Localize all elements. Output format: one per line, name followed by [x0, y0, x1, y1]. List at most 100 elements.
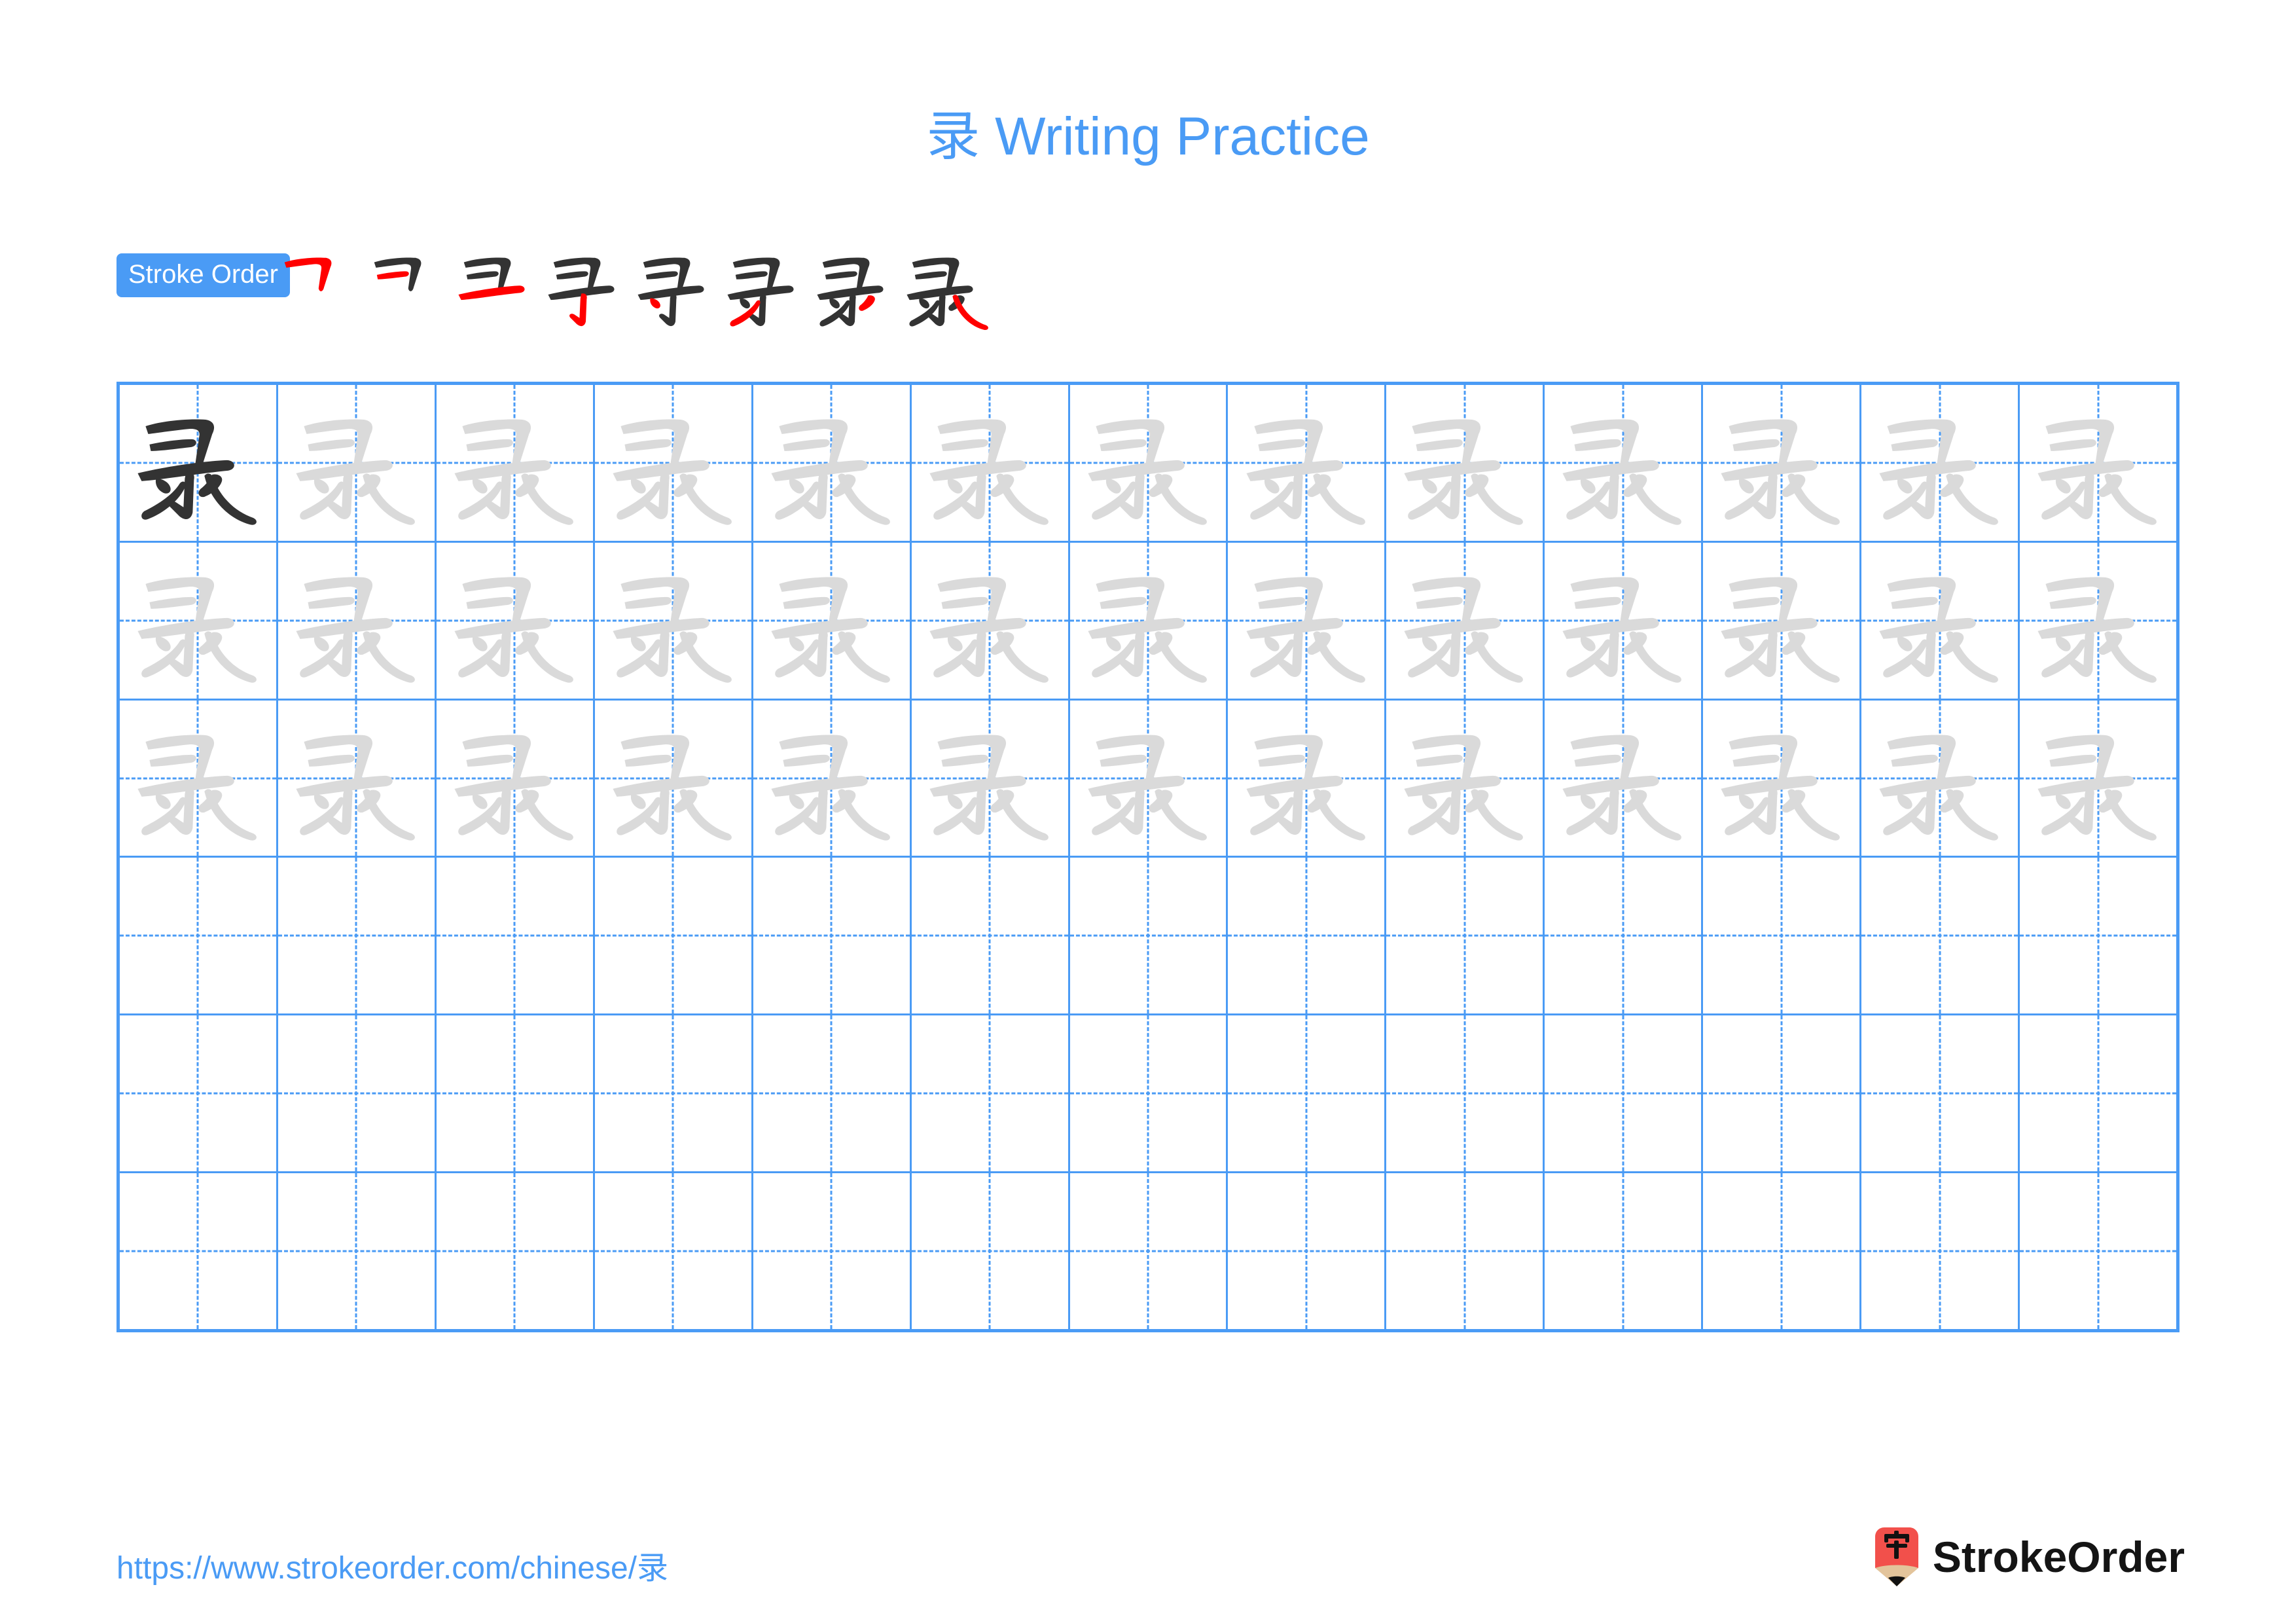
- cell-guide-vertical: [672, 1015, 674, 1172]
- practice-cell-trace[interactable]: [911, 542, 1070, 699]
- brand-logo: StrokeOrder: [1874, 1525, 2185, 1588]
- practice-cell-empty[interactable]: [1703, 858, 1862, 1014]
- cell-guide-horizontal: [436, 934, 593, 937]
- practice-cell-empty[interactable]: [594, 858, 753, 1014]
- cell-guide-vertical: [1463, 1015, 1466, 1172]
- practice-cell-trace[interactable]: [594, 542, 753, 699]
- practice-cell-empty[interactable]: [1861, 1015, 2020, 1172]
- practice-cell-trace[interactable]: [1545, 385, 1704, 541]
- practice-cell-empty[interactable]: [1861, 858, 2020, 1014]
- practice-cell-empty[interactable]: [1386, 1173, 1545, 1329]
- practice-cell-trace[interactable]: [753, 542, 912, 699]
- practice-cell-trace[interactable]: [1861, 542, 2020, 699]
- practice-cell-trace[interactable]: [2020, 700, 2176, 856]
- practice-cell-empty[interactable]: [911, 1173, 1070, 1329]
- practice-cell-empty[interactable]: [911, 1015, 1070, 1172]
- practice-cell-trace[interactable]: [753, 385, 912, 541]
- practice-cell-empty[interactable]: [753, 858, 912, 1014]
- practice-cell-trace[interactable]: [911, 700, 1070, 856]
- practice-cell-trace[interactable]: [1069, 542, 1229, 699]
- cell-guide-horizontal: [753, 934, 910, 937]
- practice-cell-empty[interactable]: [1069, 1015, 1229, 1172]
- trace-character-glyph: [1228, 543, 1384, 699]
- practice-cell-empty[interactable]: [1703, 1173, 1862, 1329]
- cell-guide-vertical: [1622, 858, 1624, 1014]
- practice-cell-trace[interactable]: [1228, 700, 1387, 856]
- practice-cell-trace[interactable]: [2020, 385, 2176, 541]
- cell-guide-vertical: [1305, 1015, 1308, 1172]
- practice-cell-trace[interactable]: [1386, 542, 1545, 699]
- practice-cell-empty[interactable]: [753, 1015, 912, 1172]
- practice-cell-empty[interactable]: [2020, 1015, 2176, 1172]
- practice-cell-empty[interactable]: [1545, 858, 1704, 1014]
- practice-cell-trace[interactable]: [1386, 700, 1545, 856]
- stroke-step-7-icon: [817, 257, 884, 327]
- practice-cell-empty[interactable]: [2020, 1173, 2176, 1329]
- practice-grid-row: [120, 1173, 2176, 1329]
- cell-guide-horizontal: [1386, 934, 1543, 937]
- practice-cell-trace[interactable]: [1703, 700, 1862, 856]
- practice-cell-trace[interactable]: [436, 542, 595, 699]
- practice-cell-empty[interactable]: [120, 858, 278, 1014]
- practice-cell-empty[interactable]: [2020, 858, 2176, 1014]
- practice-cell-trace[interactable]: [1228, 385, 1387, 541]
- practice-cell-trace[interactable]: [1228, 542, 1387, 699]
- trace-character-glyph: [2020, 543, 2176, 699]
- practice-cell-trace[interactable]: [1861, 700, 2020, 856]
- practice-cell-empty[interactable]: [436, 1173, 595, 1329]
- practice-cell-empty[interactable]: [1228, 1173, 1387, 1329]
- practice-cell-model[interactable]: [120, 385, 278, 541]
- practice-cell-empty[interactable]: [1069, 858, 1229, 1014]
- practice-cell-trace[interactable]: [120, 542, 278, 699]
- practice-cell-trace[interactable]: [120, 700, 278, 856]
- practice-cell-trace[interactable]: [1545, 700, 1704, 856]
- practice-cell-trace[interactable]: [1069, 385, 1229, 541]
- source-url-link[interactable]: https://www.strokeorder.com/chinese/录: [117, 1542, 668, 1588]
- practice-cell-empty[interactable]: [594, 1015, 753, 1172]
- practice-cell-empty[interactable]: [1386, 858, 1545, 1014]
- trace-character-glyph: [1386, 543, 1543, 699]
- practice-cell-trace[interactable]: [278, 542, 437, 699]
- practice-cell-empty[interactable]: [1545, 1173, 1704, 1329]
- practice-cell-trace[interactable]: [436, 700, 595, 856]
- practice-cell-empty[interactable]: [278, 1015, 437, 1172]
- practice-cell-empty[interactable]: [594, 1173, 753, 1329]
- practice-cell-trace[interactable]: [594, 700, 753, 856]
- practice-cell-empty[interactable]: [753, 1173, 912, 1329]
- stroke-step-6-icon: [727, 257, 794, 327]
- practice-cell-empty[interactable]: [120, 1015, 278, 1172]
- practice-cell-trace[interactable]: [911, 385, 1070, 541]
- practice-cell-empty[interactable]: [436, 858, 595, 1014]
- practice-cell-empty[interactable]: [911, 858, 1070, 1014]
- practice-cell-trace[interactable]: [436, 385, 595, 541]
- practice-cell-trace[interactable]: [1069, 700, 1229, 856]
- trace-character-glyph: [1070, 701, 1227, 856]
- practice-cell-trace[interactable]: [594, 385, 753, 541]
- practice-cell-trace[interactable]: [2020, 542, 2176, 699]
- stroke-step-1: [276, 242, 365, 333]
- practice-cell-empty[interactable]: [120, 1173, 278, 1329]
- practice-cell-trace[interactable]: [1703, 542, 1862, 699]
- practice-cell-empty[interactable]: [1386, 1015, 1545, 1172]
- cell-guide-vertical: [672, 1173, 674, 1329]
- practice-cell-empty[interactable]: [1545, 1015, 1704, 1172]
- stroke-order-section: Stroke Order: [117, 246, 2179, 331]
- practice-cell-trace[interactable]: [278, 700, 437, 856]
- practice-cell-empty[interactable]: [1228, 858, 1387, 1014]
- trace-character-glyph: [1545, 701, 1701, 856]
- practice-cell-empty[interactable]: [1228, 1015, 1387, 1172]
- practice-cell-empty[interactable]: [278, 858, 437, 1014]
- practice-cell-trace[interactable]: [1703, 385, 1862, 541]
- practice-cell-empty[interactable]: [436, 1015, 595, 1172]
- trace-character-glyph: [1228, 385, 1384, 541]
- practice-cell-trace[interactable]: [1386, 385, 1545, 541]
- trace-character-glyph: [278, 701, 435, 856]
- practice-cell-trace[interactable]: [753, 700, 912, 856]
- practice-cell-empty[interactable]: [1861, 1173, 2020, 1329]
- practice-cell-trace[interactable]: [278, 385, 437, 541]
- practice-cell-empty[interactable]: [1069, 1173, 1229, 1329]
- practice-cell-empty[interactable]: [278, 1173, 437, 1329]
- practice-cell-empty[interactable]: [1703, 1015, 1862, 1172]
- practice-cell-trace[interactable]: [1861, 385, 2020, 541]
- practice-cell-trace[interactable]: [1545, 542, 1704, 699]
